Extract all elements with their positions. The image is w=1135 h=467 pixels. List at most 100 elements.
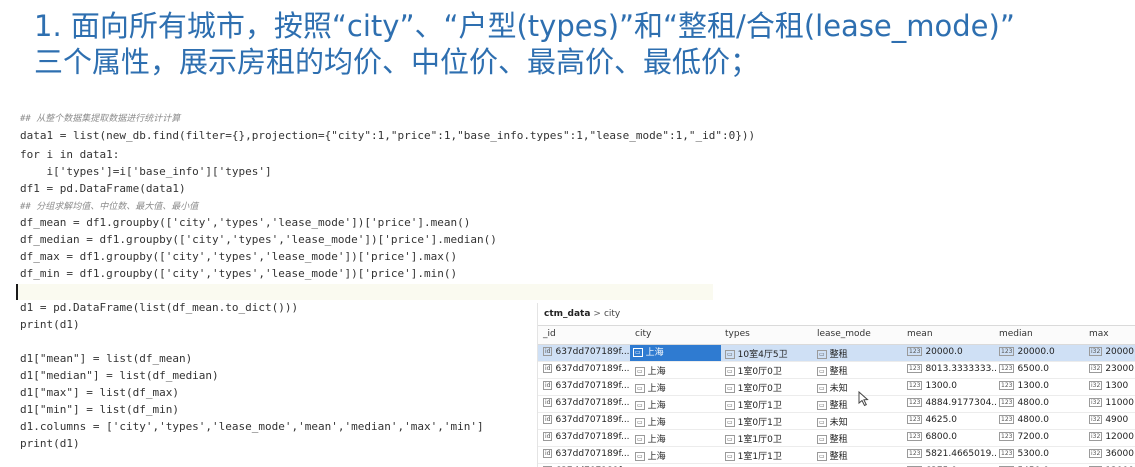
table-row[interactable]: id 637dd707189f... ▭ 上海 ▭ 1室0厅1卫 ▭ 未知 123 4625.0 1…	[538, 413, 1135, 430]
code-line[interactable]: print(d1)	[20, 436, 80, 452]
table-row[interactable]: id 637dd707189f... ▭ 上海 ▭ 1室0厅0卫 ▭ 未知 123 1300.0 1…	[538, 379, 1135, 396]
cell-city[interactable]: ▭上海	[635, 381, 723, 394]
code-line[interactable]: d1 = pd.DataFrame(list(df_mean.to_dict()…	[20, 300, 298, 316]
column-header-mean[interactable]: mean	[907, 329, 933, 339]
cell--id[interactable]: id637dd707189f...	[543, 415, 631, 425]
cell-median[interactable]: 123 4800.0	[999, 415, 1087, 425]
cell-lease-mode[interactable]: ▭ 整租	[817, 432, 905, 445]
cell-median[interactable]: 123 4800.0	[999, 398, 1087, 408]
code-cursor-line[interactable]	[16, 284, 713, 300]
column-header-lease-mode[interactable]: lease_mode	[817, 329, 871, 339]
cell-lease-mode[interactable]: ▭ 整租	[817, 449, 905, 462]
cell-city[interactable]: ▭上海	[635, 398, 723, 411]
cell-mean[interactable]: 123 4884.9177304...	[907, 398, 997, 408]
field-type-icon: 123	[999, 449, 1015, 458]
table-row[interactable]: id 637dd707189f... ▭ 上海 ▭ 1室1厅0卫 ▭ 整租 123 6800.0 1…	[538, 430, 1135, 447]
cell-max[interactable]: i32 23000	[1089, 364, 1135, 374]
field-type-icon: ▭	[817, 384, 827, 393]
cell-types[interactable]: ▭ 1室0厅1卫	[725, 415, 815, 428]
code-line[interactable]: d1.columns = ['city','types','lease_mode…	[20, 419, 484, 435]
cell-mean[interactable]: 123 4625.0	[907, 415, 997, 425]
cell-city[interactable]: ▭上海	[635, 432, 723, 445]
cell--id[interactable]: id637dd707189f...	[543, 364, 631, 374]
code-line[interactable]: d1["max"] = list(df_max)	[20, 385, 179, 401]
field-type-icon: i32	[1089, 449, 1103, 458]
field-type-icon: ▭	[635, 384, 645, 393]
cell-median[interactable]: 123 7200.0	[999, 432, 1087, 442]
cell-value: 整租	[829, 401, 848, 411]
cell-lease-mode[interactable]: ▭未知	[817, 415, 905, 428]
column-header--id[interactable]: _id	[543, 329, 556, 339]
cell--id[interactable]: id637dd707189f...	[543, 347, 631, 357]
table-row[interactable]: id 637dd707189f... ▭ 上海 ▭ 1室0厅0卫 ▭ 整租 123 8013.33…	[538, 362, 1135, 379]
code-line[interactable]: d1["min"] = list(df_min)	[20, 402, 179, 418]
cell-max[interactable]: i32 20000	[1089, 347, 1135, 357]
cell-value: 上海	[647, 384, 666, 394]
column-header-max[interactable]: max	[1089, 329, 1109, 339]
code-line[interactable]: d1["median"] = list(df_median)	[20, 368, 219, 384]
code-line[interactable]: df_mean = df1.groupby(['city','types','l…	[20, 215, 470, 231]
table-row[interactable]: id 637dd707189f... ▭ 上海 ▭ 10室4厅5卫 ▭ 整租 123 20000.…	[538, 345, 1135, 362]
code-line[interactable]: d1["mean"] = list(df_mean)	[20, 351, 192, 367]
cell--id[interactable]: id637dd707189f...	[543, 432, 631, 442]
cell-value: 637dd707189f...	[555, 432, 630, 442]
cell-city[interactable]: ▭上海	[630, 345, 721, 361]
cell--id[interactable]: id637dd707189f...	[543, 398, 631, 408]
table-row[interactable]: id 637dd707189f... ▭ 上海 ▭ 1室1厅1卫 ▭ 整租 123 5821.46…	[538, 447, 1135, 464]
slide-heading: 1. 面向所有城市，按照“city”、“户型(types)”和“整租/合租(le…	[34, 8, 1124, 80]
code-line[interactable]: for i in data1:	[20, 147, 119, 163]
column-header-types[interactable]: types	[725, 329, 750, 339]
cell-mean[interactable]: 123 1300.0	[907, 381, 997, 391]
field-type-icon: ▭	[635, 401, 645, 410]
code-line[interactable]: data1 = list(new_db.find(filter={},proje…	[20, 128, 755, 144]
cell-city[interactable]: ▭上海	[635, 364, 723, 377]
cell-value: 637dd707189f...	[555, 449, 630, 459]
cell-max[interactable]: i32 4900	[1089, 415, 1135, 425]
code-line[interactable]: df1 = pd.DataFrame(data1)	[20, 181, 186, 197]
breadcrumb-field[interactable]: city	[604, 309, 620, 319]
field-type-icon: ▭	[635, 435, 645, 444]
code-line[interactable]: i['types']=i['base_info']['types']	[20, 164, 271, 180]
cell--id[interactable]: id637dd707189f...	[543, 381, 631, 391]
cell-city[interactable]: ▭上海	[635, 415, 723, 428]
column-header-median[interactable]: median	[999, 329, 1033, 339]
cell-max[interactable]: i32 36000	[1089, 449, 1135, 459]
cell-mean[interactable]: 123 8013.3333333...	[907, 364, 997, 374]
code-line[interactable]: df_min = df1.groupby(['city','types','le…	[20, 266, 457, 282]
cell--id[interactable]: id637dd707189f...	[543, 449, 631, 459]
cell-types[interactable]: ▭ 10室4厅5卫	[725, 347, 815, 360]
cell-types[interactable]: ▭ 1室1厅0卫	[725, 432, 815, 445]
code-line[interactable]: df_median = df1.groupby(['city','types',…	[20, 232, 497, 248]
breadcrumb-collection[interactable]: ctm_data	[544, 309, 590, 319]
column-header-city[interactable]: city	[635, 329, 651, 339]
cell-types[interactable]: ▭ 1室0厅1卫	[725, 398, 815, 411]
field-type-icon: ▭	[633, 348, 643, 357]
cell-median[interactable]: 123 1300.0	[999, 381, 1087, 391]
code-comment-line[interactable]: ## 分组求解均值、中位数、最大值、最小值	[20, 199, 198, 215]
cell-max[interactable]: i32 11000	[1089, 398, 1135, 408]
cell-value: 上海	[647, 401, 666, 411]
field-type-icon: i32	[1089, 381, 1103, 390]
code-comment-line[interactable]: ## 从整个数据集提取数据进行统计计算	[20, 111, 180, 127]
cell-lease-mode[interactable]: ▭ 整租	[817, 364, 905, 377]
cell-median[interactable]: 123 6500.0	[999, 364, 1087, 374]
cell-mean[interactable]: 123 6800.0	[907, 432, 997, 442]
cell-median[interactable]: 123 20000.0	[999, 347, 1087, 357]
table-row[interactable]: id 637dd707189f... ▭ 上海 ▭ 1室0厅1卫 ▭ 整租 123 4884.91…	[538, 396, 1135, 413]
heading-line-1: 1. 面向所有城市，按照“city”、“户型(types)”和“整租/合租(le…	[34, 9, 1015, 43]
cell-median[interactable]: 123 5300.0	[999, 449, 1087, 459]
cell-max[interactable]: i32 12000	[1089, 432, 1135, 442]
field-type-icon: id	[543, 381, 553, 390]
cell-types[interactable]: ▭ 1室0厅0卫	[725, 364, 815, 377]
cell-types[interactable]: ▭1室1厅1卫	[725, 449, 815, 462]
cell-city[interactable]: ▭上海	[635, 449, 723, 462]
cell-lease-mode[interactable]: ▭ 整租	[817, 347, 905, 360]
field-type-icon: 123	[999, 415, 1015, 424]
code-line[interactable]: df_max = df1.groupby(['city','types','le…	[20, 249, 457, 265]
code-line[interactable]: print(d1)	[20, 317, 80, 333]
cell-mean[interactable]: 123 5821.4665019...	[907, 449, 997, 459]
cell-mean[interactable]: 123 20000.0	[907, 347, 997, 357]
cell-max[interactable]: i32 1300	[1089, 381, 1135, 391]
cell-types[interactable]: ▭ 1室0厅0卫	[725, 381, 815, 394]
cell-value: 4625.0	[925, 415, 957, 425]
